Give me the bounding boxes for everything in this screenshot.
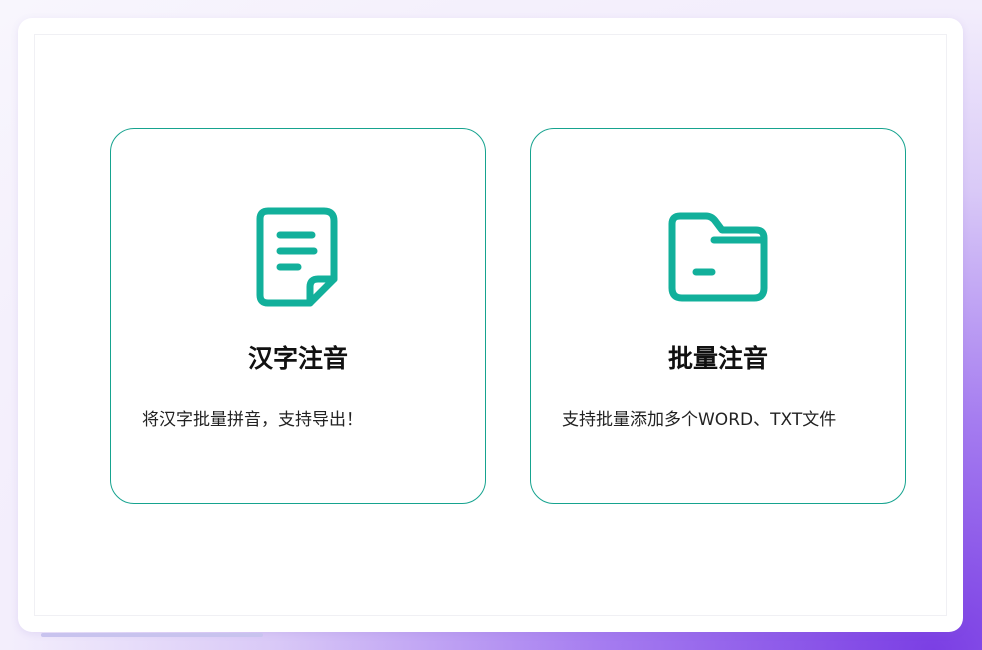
card-title: 批量注音 [667, 344, 768, 373]
scrollbar-indicator[interactable] [41, 633, 263, 637]
card-title: 汉字注音 [247, 344, 348, 373]
card-description: 支持批量添加多个WORD、TXT文件 [562, 410, 837, 430]
card-batch-zhuyin[interactable]: 批量注音 支持批量添加多个WORD、TXT文件 [530, 128, 906, 504]
document-icon [246, 205, 350, 309]
card-description: 将汉字批量拼音，支持导出！ [142, 410, 363, 430]
main-window: 汉字注音 将汉字批量拼音，支持导出！ 批量注音 支持批量添加多个WORD、TXT… [18, 18, 963, 632]
folder-icon [666, 205, 770, 309]
card-hanzi-zhuyin[interactable]: 汉字注音 将汉字批量拼音，支持导出！ [110, 128, 486, 504]
